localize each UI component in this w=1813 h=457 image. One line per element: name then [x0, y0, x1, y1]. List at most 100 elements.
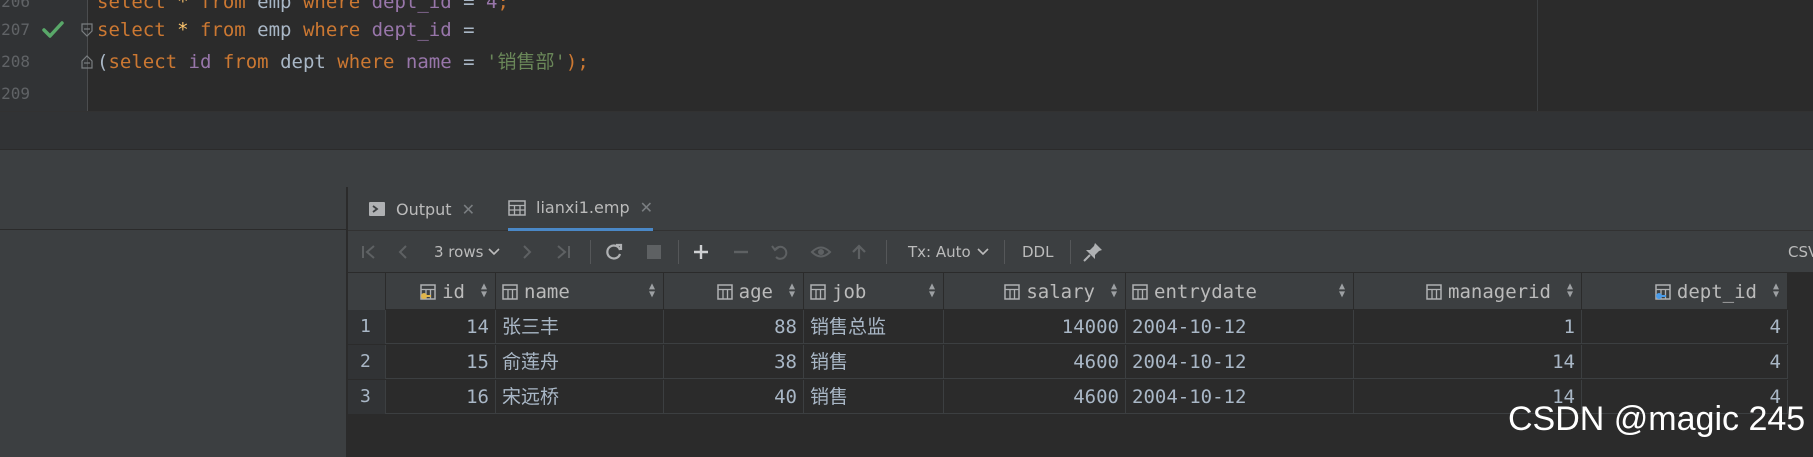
line-number: 208 — [1, 52, 30, 71]
table-cell-name[interactable]: 俞莲舟 — [496, 345, 664, 379]
code-token: emp — [245, 0, 303, 13]
table-cell-managerid[interactable]: 14 — [1354, 345, 1582, 379]
column-header-name[interactable]: name ▲ ▼ — [496, 273, 664, 310]
table-cell-dept_id[interactable]: 4 — [1582, 345, 1788, 379]
editor-line[interactable]: 209 — [0, 78, 1813, 110]
code-token: = — [451, 19, 475, 41]
code-text[interactable]: (select id from dept where name = '销售部')… — [97, 46, 589, 78]
sort-icon[interactable]: ▲ ▼ — [481, 282, 487, 300]
column-header-label: entrydate — [1154, 280, 1257, 303]
table-cell-salary[interactable]: 4600 — [944, 345, 1126, 379]
sort-icon[interactable]: ▲ ▼ — [1567, 282, 1573, 300]
table-cell-name[interactable]: 张三丰 — [496, 310, 664, 344]
first-page-icon[interactable] — [360, 231, 378, 273]
column-header-salary[interactable]: salary ▲ ▼ — [944, 273, 1126, 310]
pin-icon[interactable] — [1082, 231, 1104, 273]
code-token: ; — [497, 0, 509, 13]
table-cell-id[interactable]: 14 — [386, 310, 496, 344]
table-cell-managerid[interactable]: 1 — [1354, 310, 1582, 344]
table-cell-age[interactable]: 40 — [664, 380, 804, 414]
sort-icon[interactable]: ▲ ▼ — [929, 282, 935, 300]
grid-header: id ▲ ▼ name ▲ ▼ age ▲ ▼ job ▲ ▼ salary ▲ ▼ entrydate ▲ ▼ m… — [348, 273, 1788, 310]
rows-count-dropdown[interactable]: 3 rows — [434, 231, 501, 273]
code-token: where — [337, 51, 395, 73]
column-icon — [716, 283, 733, 300]
table-cell-salary[interactable]: 14000 — [944, 310, 1126, 344]
csv-label: CSV — [1788, 243, 1813, 261]
column-header-managerid[interactable]: managerid ▲ ▼ — [1354, 273, 1582, 310]
code-token: name — [394, 51, 452, 73]
code-text[interactable]: select * from emp where dept_id = — [97, 14, 475, 46]
close-icon[interactable]: ✕ — [640, 198, 653, 217]
sort-icon[interactable]: ▲ ▼ — [649, 282, 655, 300]
column-header-id[interactable]: id ▲ ▼ — [386, 273, 496, 310]
delete-row-icon[interactable] — [732, 231, 750, 273]
editor-footer-band — [0, 111, 1813, 149]
table-row[interactable]: 1 14 张三丰 88 销售总监 14000 2004-10-12 1 4 — [348, 310, 1788, 344]
services-header-band — [0, 149, 1813, 187]
column-header-dept_id[interactable]: dept_id ▲ ▼ — [1582, 273, 1788, 310]
column-header-entrydate[interactable]: entrydate ▲ ▼ — [1126, 273, 1354, 310]
code-token: from — [199, 0, 246, 13]
editor-line[interactable]: 207 select * from emp where dept_id = — [0, 14, 1813, 46]
table-cell-job[interactable]: 销售总监 — [804, 310, 944, 344]
sql-editor[interactable]: 206 select * from emp where dept_id = 4;… — [0, 0, 1813, 111]
add-row-icon[interactable] — [692, 231, 710, 273]
column-header-job[interactable]: job ▲ ▼ — [804, 273, 944, 310]
sort-icon[interactable]: ▲ ▼ — [1339, 282, 1345, 300]
column-header-age[interactable]: age ▲ ▼ — [664, 273, 804, 310]
ddl-button[interactable]: DDL — [1022, 231, 1053, 273]
revert-icon[interactable] — [770, 231, 790, 273]
csv-export-dropdown[interactable]: CSV — [1788, 231, 1813, 273]
toolbar-separator — [590, 240, 591, 264]
table-cell-job[interactable]: 销售 — [804, 345, 944, 379]
table-cell-dept_id[interactable]: 4 — [1582, 310, 1788, 344]
editor-line[interactable]: 208 (select id from dept where name = '销… — [0, 46, 1813, 78]
code-token: = — [451, 51, 486, 73]
sort-icon[interactable]: ▲ ▼ — [1773, 282, 1779, 300]
code-token: emp — [245, 19, 303, 41]
fold-end-icon[interactable] — [81, 55, 93, 69]
row-number-header — [348, 273, 386, 310]
code-token: where — [302, 0, 361, 13]
table-cell-salary[interactable]: 4600 — [944, 380, 1126, 414]
next-page-icon[interactable] — [520, 231, 534, 273]
table-cell-age[interactable]: 88 — [664, 310, 804, 344]
column-header-label: age — [738, 280, 773, 303]
watermark: CSDN @magic 245 — [1508, 400, 1806, 438]
table-row[interactable]: 2 15 俞莲舟 38 销售 4600 2004-10-12 14 4 — [348, 345, 1788, 379]
table-cell-entrydate[interactable]: 2004-10-12 — [1126, 310, 1354, 344]
table-cell-entrydate[interactable]: 2004-10-12 — [1126, 380, 1354, 414]
fold-start-icon[interactable] — [81, 23, 93, 37]
console-icon — [369, 202, 385, 216]
previous-page-icon[interactable] — [396, 231, 410, 273]
code-token: id — [177, 51, 223, 73]
submit-icon[interactable] — [850, 231, 868, 273]
tab-lianxi1-emp[interactable]: lianxi1.emp ✕ — [508, 187, 654, 231]
chevron-down-icon — [488, 248, 500, 256]
table-cell-name[interactable]: 宋远桥 — [496, 380, 664, 414]
code-token: from — [222, 51, 269, 73]
table-cell-job[interactable]: 销售 — [804, 380, 944, 414]
last-page-icon[interactable] — [554, 231, 572, 273]
close-icon[interactable]: ✕ — [462, 200, 475, 219]
tab-output[interactable]: Output ✕ — [368, 187, 475, 231]
primary-key-column-icon — [420, 283, 436, 300]
code-token: ); — [565, 51, 589, 73]
toolbar-separator — [1070, 240, 1071, 264]
table-cell-id[interactable]: 16 — [386, 380, 496, 414]
refresh-icon[interactable] — [604, 231, 624, 273]
services-tree-panel[interactable] — [0, 187, 347, 457]
sort-icon[interactable]: ▲ ▼ — [1111, 282, 1117, 300]
transaction-mode-label: Tx: Auto — [908, 243, 971, 261]
code-token: dept_id — [360, 0, 452, 13]
table-cell-entrydate[interactable]: 2004-10-12 — [1126, 345, 1354, 379]
table-cell-id[interactable]: 15 — [386, 345, 496, 379]
stop-icon[interactable] — [646, 231, 662, 273]
table-cell-age[interactable]: 38 — [664, 345, 804, 379]
transaction-mode-dropdown[interactable]: Tx: Auto — [908, 231, 990, 273]
sort-icon[interactable]: ▲ ▼ — [789, 282, 795, 300]
code-token: 4 — [485, 0, 498, 13]
column-icon — [502, 283, 518, 300]
preview-changes-icon[interactable] — [810, 231, 832, 273]
